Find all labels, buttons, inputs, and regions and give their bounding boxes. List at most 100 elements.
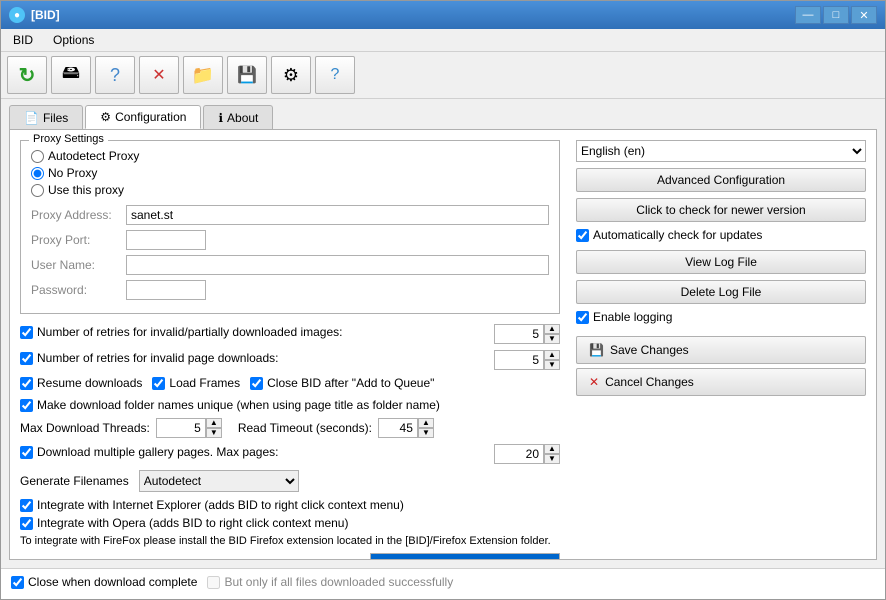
timeout-spinner: ▲ ▼ <box>378 418 434 438</box>
proxy-noproxy-radio[interactable] <box>31 167 44 180</box>
cancel-changes-button[interactable]: ✕ Cancel Changes <box>576 368 866 396</box>
proxy-port-input[interactable] <box>126 230 206 250</box>
save-icon: 💾 <box>237 65 257 85</box>
retries-page-checkbox[interactable] <box>20 352 33 365</box>
main-window: ● [BID] — □ ✕ BID Options ↻ 🖴 ? ✕ 📁 💾 <box>0 0 886 600</box>
retries-page-checkbox-label[interactable]: Number of retries for invalid page downl… <box>20 351 494 365</box>
proxy-autodetect-label[interactable]: Autodetect Proxy <box>31 149 549 163</box>
ie-integrate-checkbox[interactable] <box>20 499 33 512</box>
threads-spinbtns: ▲ ▼ <box>206 418 222 438</box>
close-complete-label[interactable]: Close when download complete <box>11 575 197 589</box>
maximize-button[interactable]: □ <box>823 6 849 24</box>
proxy-autodetect-radio[interactable] <box>31 150 44 163</box>
multi-gallery-checkbox-label[interactable]: Download multiple gallery pages. Max pag… <box>20 445 494 459</box>
unique-folder-label[interactable]: Make download folder names unique (when … <box>20 398 560 412</box>
toolbar-hdd[interactable]: 🖴 <box>51 56 91 94</box>
cancel-btn-icon: ✕ <box>589 375 599 389</box>
save-changes-button[interactable]: 💾 Save Changes <box>576 336 866 364</box>
toolbar-stop[interactable]: ✕ <box>139 56 179 94</box>
cookie-select[interactable]: FireFox Internet Explorer None <box>370 553 560 560</box>
unique-folder-checkbox[interactable] <box>20 399 33 412</box>
close-complete-checkbox[interactable] <box>11 576 24 589</box>
filenames-select[interactable]: Autodetect Sequential Original <box>139 470 299 492</box>
proxy-port-row: Proxy Port: <box>31 230 549 250</box>
retries-invalid-row: Number of retries for invalid/partially … <box>20 324 560 344</box>
stop-icon: ✕ <box>152 65 165 85</box>
language-select[interactable]: English (en) German (de) French (fr) <box>576 140 866 162</box>
retries-invalid-checkbox[interactable] <box>20 326 33 339</box>
proxy-usethis-radio[interactable] <box>31 184 44 197</box>
retries-invalid-checkbox-label[interactable]: Number of retries for invalid/partially … <box>20 325 494 339</box>
load-frames-label[interactable]: Load Frames <box>152 376 240 390</box>
timeout-down[interactable]: ▼ <box>418 428 434 438</box>
enable-logging-label[interactable]: Enable logging <box>576 310 866 324</box>
close-button[interactable]: ✕ <box>851 6 877 24</box>
auto-check-checkbox[interactable] <box>576 229 589 242</box>
ie-integrate-label[interactable]: Integrate with Internet Explorer (adds B… <box>20 498 560 512</box>
retries-page-row: Number of retries for invalid page downl… <box>20 350 560 370</box>
about-tab-label: About <box>227 111 258 125</box>
menu-bid[interactable]: BID <box>5 31 41 49</box>
load-frames-checkbox[interactable] <box>152 377 165 390</box>
timeout-spinbtns: ▲ ▼ <box>418 418 434 438</box>
close-bid-label[interactable]: Close BID after "Add to Queue" <box>250 376 434 390</box>
opera-integrate-checkbox[interactable] <box>20 517 33 530</box>
retries-page-up[interactable]: ▲ <box>544 350 560 360</box>
threads-input[interactable] <box>156 418 206 438</box>
threads-up[interactable]: ▲ <box>206 418 222 428</box>
delete-log-button[interactable]: Delete Log File <box>576 280 866 304</box>
resume-checkbox[interactable] <box>20 377 33 390</box>
check-version-button[interactable]: Click to check for newer version <box>576 198 866 222</box>
multi-gallery-checkbox[interactable] <box>20 446 33 459</box>
threads-down[interactable]: ▼ <box>206 428 222 438</box>
retries-invalid-down[interactable]: ▼ <box>544 334 560 344</box>
retries-page-down[interactable]: ▼ <box>544 360 560 370</box>
opera-integrate-label[interactable]: Integrate with Opera (adds BID to right … <box>20 516 560 530</box>
toolbar-config[interactable]: ⚙ <box>271 56 311 94</box>
menu-bar: BID Options <box>1 29 885 52</box>
cancel-btn-label: Cancel Changes <box>605 375 694 389</box>
proxy-password-input[interactable] <box>126 280 206 300</box>
retries-invalid-input[interactable] <box>494 324 544 344</box>
multi-gallery-down[interactable]: ▼ <box>544 454 560 464</box>
close-bid-checkbox[interactable] <box>250 377 263 390</box>
files-tab-label: Files <box>43 111 68 125</box>
retries-invalid-up[interactable]: ▲ <box>544 324 560 334</box>
proxy-usethis-label[interactable]: Use this proxy <box>31 183 549 197</box>
proxy-username-input[interactable] <box>126 255 549 275</box>
config-icon: ⚙ <box>283 65 299 86</box>
menu-options[interactable]: Options <box>45 31 102 49</box>
multi-gallery-up[interactable]: ▲ <box>544 444 560 454</box>
toolbar-save[interactable]: 💾 <box>227 56 267 94</box>
advanced-config-button[interactable]: Advanced Configuration <box>576 168 866 192</box>
but-only-checkbox[interactable] <box>207 576 220 589</box>
auto-check-label[interactable]: Automatically check for updates <box>576 228 866 242</box>
but-only-label[interactable]: But only if all files downloaded success… <box>207 575 453 589</box>
toolbar-help[interactable]: ? <box>95 56 135 94</box>
resume-label[interactable]: Resume downloads <box>20 376 142 390</box>
view-log-button[interactable]: View Log File <box>576 250 866 274</box>
tab-files[interactable]: 📄 Files <box>9 105 83 129</box>
multi-gallery-input[interactable] <box>494 444 544 464</box>
config-tab-label: Configuration <box>115 110 186 124</box>
timeout-label: Read Timeout (seconds): <box>238 421 372 435</box>
toolbar-refresh[interactable]: ↻ <box>7 56 47 94</box>
content-inner: Proxy Settings Autodetect Proxy No Proxy <box>20 140 866 560</box>
enable-logging-checkbox[interactable] <box>576 311 589 324</box>
folder-icon: 📁 <box>192 65 214 86</box>
toolbar-about[interactable]: ? <box>315 56 355 94</box>
tab-about[interactable]: ℹ About <box>203 105 273 129</box>
toolbar-folder[interactable]: 📁 <box>183 56 223 94</box>
action-buttons: 💾 Save Changes ✕ Cancel Changes <box>576 336 866 396</box>
firefox-info: To integrate with FireFox please install… <box>20 534 560 549</box>
minimize-button[interactable]: — <box>795 6 821 24</box>
timeout-up[interactable]: ▲ <box>418 418 434 428</box>
about-icon: ? <box>331 66 340 84</box>
proxy-address-input[interactable] <box>126 205 549 225</box>
timeout-input[interactable] <box>378 418 418 438</box>
proxy-noproxy-label[interactable]: No Proxy <box>31 166 549 180</box>
window-title: [BID] <box>31 8 60 22</box>
retries-page-input[interactable] <box>494 350 544 370</box>
config-tab-icon: ⚙ <box>100 110 111 124</box>
tab-configuration[interactable]: ⚙ Configuration <box>85 105 201 129</box>
